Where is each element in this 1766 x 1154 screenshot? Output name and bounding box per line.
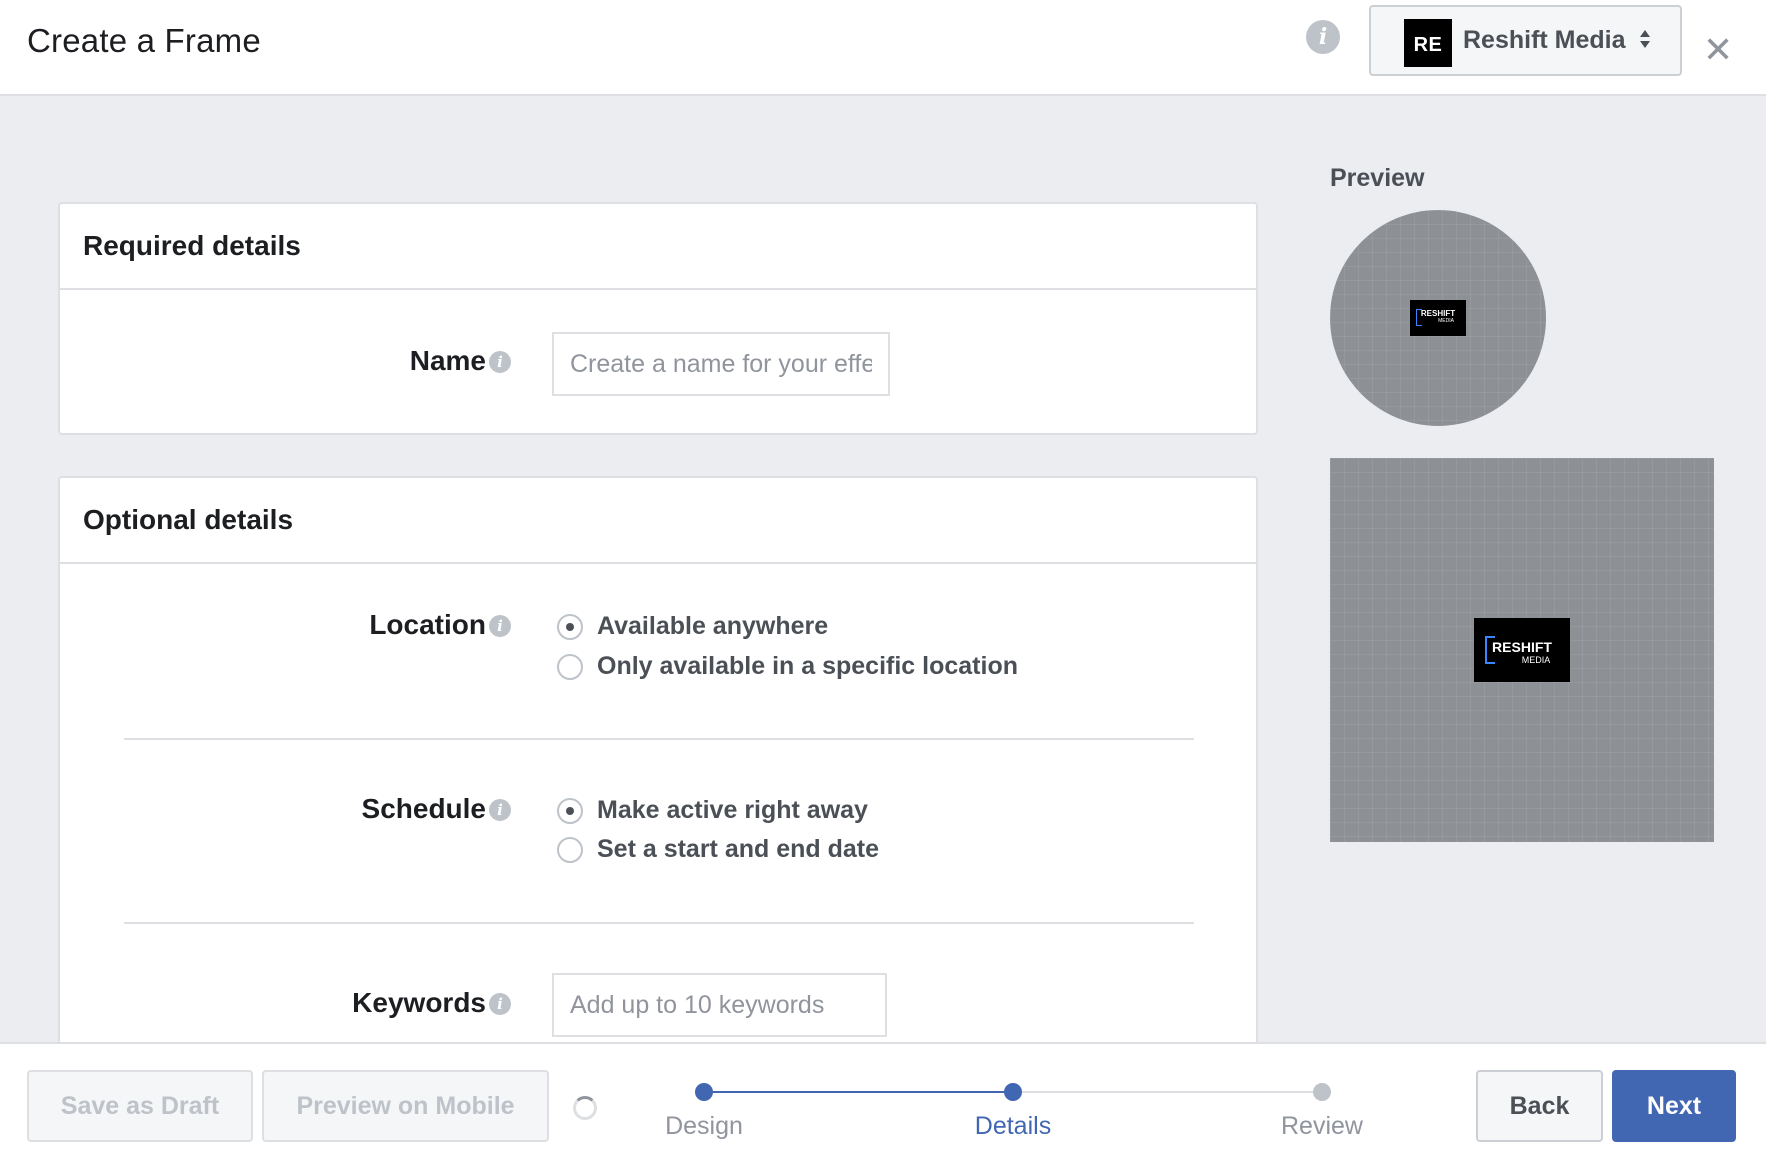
schedule-info-icon[interactable]: i: [489, 799, 511, 821]
schedule-label: Schedule: [361, 793, 486, 824]
required-details-title: Required details: [83, 230, 301, 261]
schedule-dates-radio[interactable]: [557, 837, 583, 863]
optional-details-card: Optional details Location i Available an…: [58, 476, 1258, 1096]
step-label-design[interactable]: Design: [604, 1112, 804, 1141]
sort-arrows-icon: [1640, 30, 1650, 48]
step-dot-details[interactable]: [1004, 1083, 1022, 1101]
optional-details-header: Optional details: [60, 478, 1256, 564]
preview-square: RESHIFT MEDIA: [1330, 458, 1714, 842]
location-info-icon[interactable]: i: [489, 615, 511, 637]
location-specific-label[interactable]: Only available in a specific location: [597, 652, 1018, 681]
step-dot-design[interactable]: [695, 1083, 713, 1101]
keywords-input[interactable]: [552, 973, 887, 1037]
step-label-review[interactable]: Review: [1222, 1112, 1422, 1141]
required-details-card: Required details Name i: [58, 202, 1258, 435]
keywords-info-icon[interactable]: i: [489, 993, 511, 1015]
save-draft-button[interactable]: Save as Draft: [27, 1070, 253, 1142]
step-dot-review[interactable]: [1313, 1083, 1331, 1101]
progress-line-complete: [704, 1091, 1013, 1093]
top-bar: Create a Frame i RE Reshift Media ✕: [0, 0, 1766, 96]
location-anywhere-label[interactable]: Available anywhere: [597, 612, 828, 641]
loading-spinner-icon: [573, 1096, 597, 1120]
close-icon[interactable]: ✕: [1703, 32, 1733, 68]
name-info-icon[interactable]: i: [489, 351, 511, 373]
progress-line-remaining: [1013, 1091, 1322, 1093]
schedule-now-radio[interactable]: [557, 798, 583, 824]
info-icon[interactable]: i: [1306, 20, 1340, 54]
optional-details-title: Optional details: [83, 504, 294, 535]
back-button[interactable]: Back: [1476, 1070, 1603, 1142]
name-label: Name: [409, 345, 486, 376]
next-button[interactable]: Next: [1612, 1070, 1736, 1142]
schedule-dates-label[interactable]: Set a start and end date: [597, 835, 879, 864]
location-anywhere-radio[interactable]: [557, 614, 583, 640]
preview-title: Preview: [1330, 164, 1425, 192]
location-label: Location: [369, 609, 486, 640]
section-divider: [124, 738, 1194, 740]
account-name: Reshift Media: [1463, 26, 1626, 54]
location-specific-radio[interactable]: [557, 654, 583, 680]
preview-logo-small: RESHIFT MEDIA: [1410, 300, 1466, 336]
account-selector[interactable]: RE Reshift Media: [1369, 5, 1682, 76]
preview-circle: RESHIFT MEDIA: [1330, 210, 1546, 426]
section-divider: [124, 922, 1194, 924]
schedule-now-label[interactable]: Make active right away: [597, 796, 868, 825]
name-input[interactable]: [552, 332, 890, 396]
required-details-header: Required details: [60, 204, 1256, 290]
step-label-details[interactable]: Details: [913, 1112, 1113, 1141]
bottom-bar: Save as Draft Preview on Mobile Design D…: [0, 1042, 1766, 1154]
account-logo: RE: [1404, 19, 1452, 67]
keywords-label: Keywords: [352, 987, 486, 1018]
preview-logo-large: RESHIFT MEDIA: [1474, 618, 1570, 682]
page-title: Create a Frame: [27, 22, 261, 59]
preview-mobile-button[interactable]: Preview on Mobile: [262, 1070, 549, 1142]
